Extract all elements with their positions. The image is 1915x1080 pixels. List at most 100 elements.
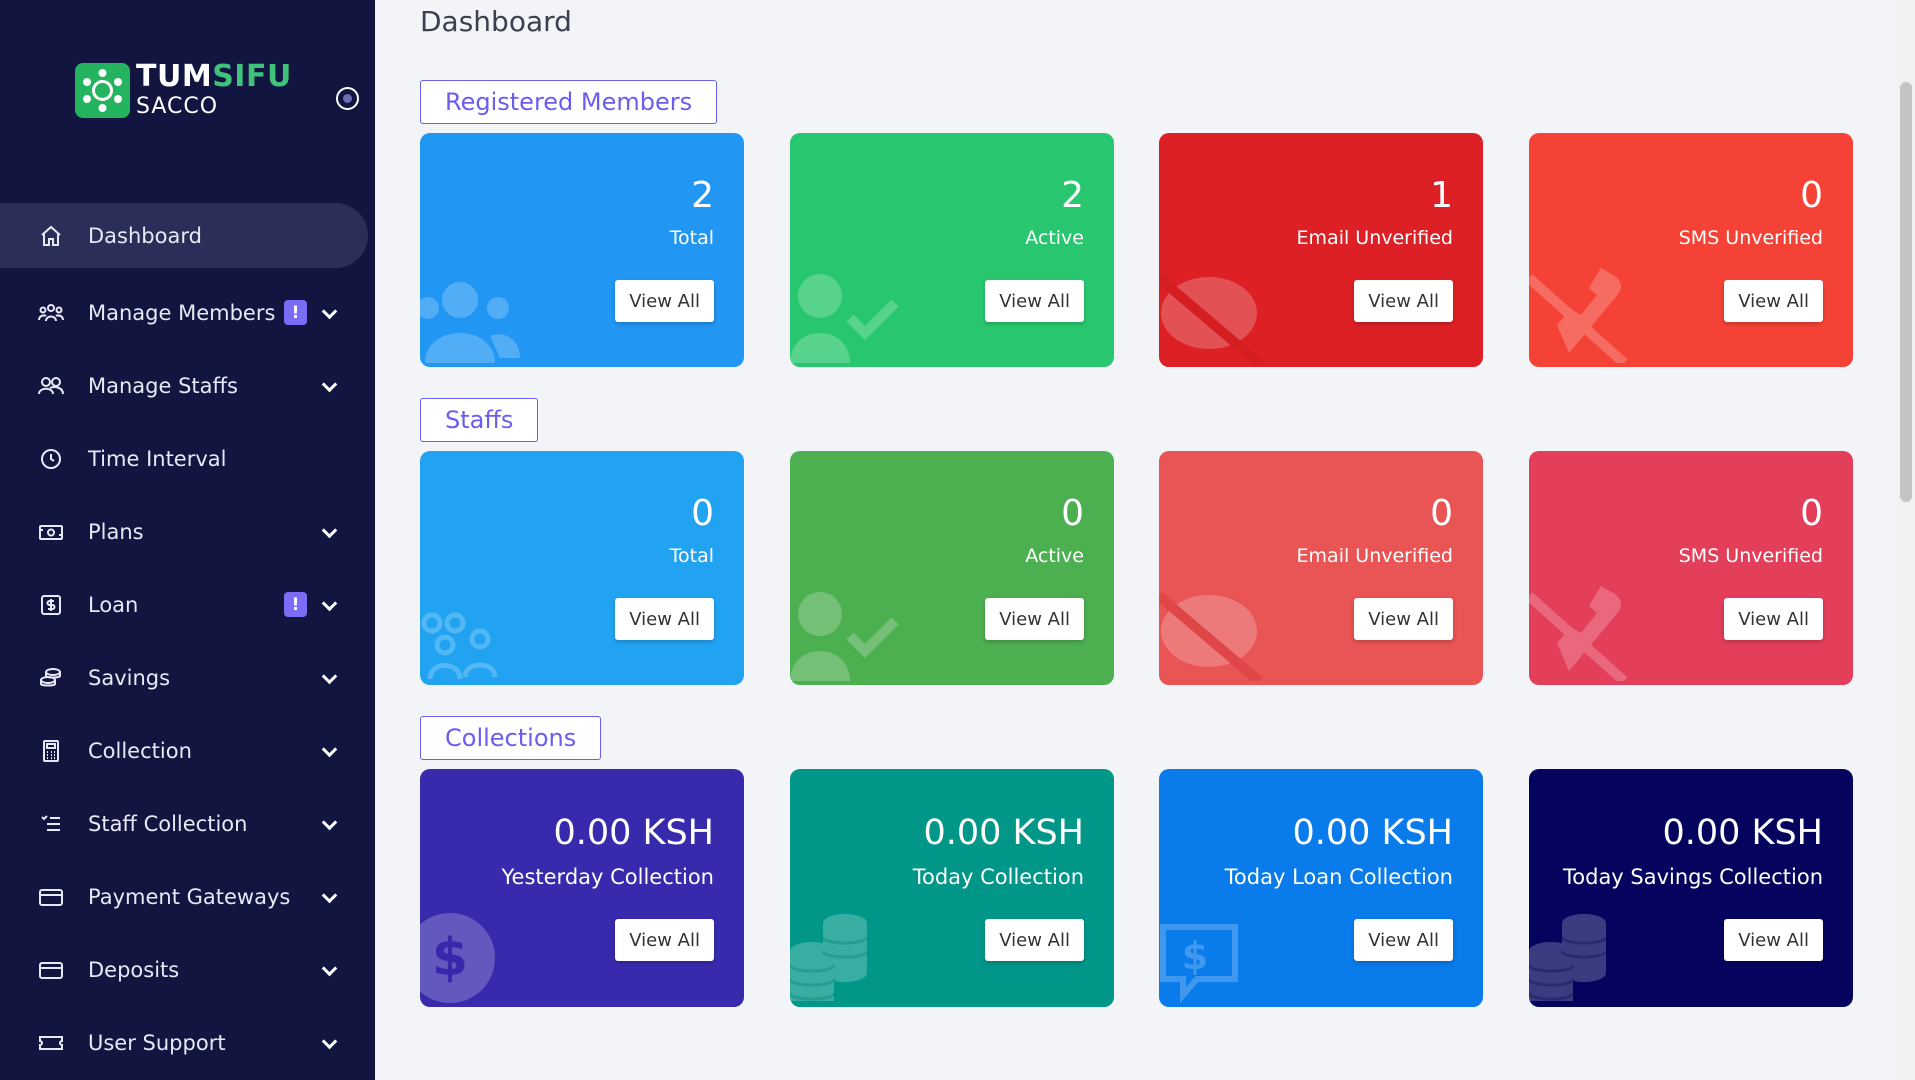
dollar-comment-icon: $: [1159, 923, 1239, 1007]
sidebar-item-collection[interactable]: Collection: [0, 714, 375, 787]
brand-name-part2: SIFU: [212, 59, 292, 94]
svg-text:$: $: [432, 928, 468, 988]
sidebar-item-manage-staffs[interactable]: Manage Staffs: [0, 349, 375, 422]
stat-card: 0 Total View All: [420, 451, 744, 685]
stat-label: Active: [1025, 227, 1084, 249]
view-all-button[interactable]: View All: [1354, 919, 1453, 961]
view-all-button[interactable]: View All: [615, 598, 714, 640]
stat-label: Email Unverified: [1296, 227, 1453, 249]
money-icon: [38, 519, 64, 545]
sidebar-item-label: Deposits: [88, 957, 180, 982]
sidebar-nav: Dashboard Manage Members! Manage Staffs Tim…: [0, 203, 375, 1079]
home-icon: [38, 223, 64, 249]
stat-value: 0: [1430, 493, 1453, 534]
stat-value: 0: [691, 493, 714, 534]
view-all-button[interactable]: View All: [985, 598, 1084, 640]
logo-icon: [75, 62, 130, 118]
card-icon: [38, 884, 64, 910]
sidebar-item-label: Manage Staffs: [88, 373, 238, 398]
main-content: Dashboard Registered Members 2 Total View A…: [375, 0, 1895, 1080]
sidebar-item-plans[interactable]: Plans: [0, 495, 375, 568]
stat-label: SMS Unverified: [1678, 227, 1823, 249]
stat-value: 0.00 KSH: [1292, 813, 1453, 853]
sidebar-toggle-button[interactable]: [336, 87, 359, 110]
dollar-icon: [38, 592, 64, 618]
alert-badge: !: [284, 592, 307, 617]
stat-label: SMS Unverified: [1678, 545, 1823, 567]
chevron-down-icon[interactable]: [322, 671, 336, 685]
stat-card: 1 Email Unverified View All: [1159, 133, 1483, 367]
view-all-button[interactable]: View All: [1724, 280, 1823, 322]
view-all-button[interactable]: View All: [1724, 598, 1823, 640]
stat-value: 0.00 KSH: [553, 813, 714, 853]
view-all-button[interactable]: View All: [615, 280, 714, 322]
stat-label: Total: [669, 545, 714, 567]
comment-slash-icon: [1159, 586, 1269, 685]
stat-label: Today Savings Collection: [1563, 865, 1823, 889]
user-check-icon: [790, 586, 900, 685]
sidebar-item-user-support[interactable]: User Support: [0, 1006, 375, 1079]
stat-card: 0 Email Unverified View All: [1159, 451, 1483, 685]
coins-icon: [38, 665, 64, 691]
chevron-down-icon[interactable]: [322, 890, 336, 904]
sidebar-item-dashboard[interactable]: Dashboard: [0, 203, 368, 268]
scrollbar-thumb[interactable]: [1900, 82, 1912, 502]
sidebar-item-savings[interactable]: Savings: [0, 641, 375, 714]
view-all-button[interactable]: View All: [1354, 598, 1453, 640]
users-icon: [420, 278, 520, 367]
sidebar: TUMSIFU SACCO Dashboard Manage Members! Ma…: [0, 0, 375, 1080]
page-title: Dashboard: [420, 5, 572, 38]
coins-icon: [790, 913, 880, 1007]
stat-value: 2: [691, 175, 714, 216]
stat-card: 0 Active View All: [790, 451, 1114, 685]
stat-label: Today Loan Collection: [1224, 865, 1453, 889]
stat-card: 0 SMS Unverified View All: [1529, 133, 1853, 367]
comment-slash-icon: [1159, 268, 1269, 367]
users-group-icon: [420, 611, 500, 685]
stat-card: 0.00 KSH Today Collection View All: [790, 769, 1114, 1007]
chevron-down-icon[interactable]: [322, 525, 336, 539]
view-all-button[interactable]: View All: [615, 919, 714, 961]
section-label-registered-members: Registered Members: [420, 80, 718, 124]
view-all-button[interactable]: View All: [1354, 280, 1453, 322]
chevron-down-icon[interactable]: [322, 963, 336, 977]
stat-value: 0.00 KSH: [923, 813, 1084, 853]
stat-label: Today Collection: [912, 865, 1084, 889]
sidebar-item-label: User Support: [88, 1030, 226, 1055]
stat-value: 1: [1430, 175, 1453, 216]
sidebar-item-manage-members[interactable]: Manage Members!: [0, 276, 375, 349]
chevron-down-icon[interactable]: [322, 379, 336, 393]
sidebar-item-label: Dashboard: [88, 223, 202, 248]
stat-value: 0.00 KSH: [1662, 813, 1823, 853]
svg-text:$: $: [1182, 934, 1208, 978]
sidebar-item-loan[interactable]: Loan!: [0, 568, 375, 641]
sidebar-item-deposits[interactable]: Deposits: [0, 933, 375, 1006]
view-all-button[interactable]: View All: [1724, 919, 1823, 961]
stat-value: 0: [1800, 175, 1823, 216]
sidebar-item-label: Staff Collection: [88, 811, 248, 836]
chevron-down-icon[interactable]: [322, 598, 336, 612]
sidebar-item-label: Collection: [88, 738, 192, 763]
ticket-icon: [38, 1030, 64, 1056]
sidebar-item-label: Plans: [88, 519, 144, 544]
sidebar-item-time-interval[interactable]: Time Interval: [0, 422, 375, 495]
view-all-button[interactable]: View All: [985, 919, 1084, 961]
chevron-down-icon[interactable]: [322, 744, 336, 758]
stat-card: 2 Total View All: [420, 133, 744, 367]
phone-slash-icon: [1529, 581, 1639, 685]
list-icon: [38, 811, 64, 837]
stat-label: Total: [669, 227, 714, 249]
sidebar-item-label: Savings: [88, 665, 171, 690]
logo[interactable]: TUMSIFU SACCO: [75, 62, 292, 118]
chevron-down-icon[interactable]: [322, 1036, 336, 1050]
dollar-circle-icon: $: [420, 913, 510, 1007]
view-all-button[interactable]: View All: [985, 280, 1084, 322]
stat-label: Active: [1025, 545, 1084, 567]
sidebar-item-payment-gateways[interactable]: Payment Gateways: [0, 860, 375, 933]
stat-value: 0: [1800, 493, 1823, 534]
stat-value: 0: [1061, 493, 1084, 534]
chevron-down-icon[interactable]: [322, 817, 336, 831]
sidebar-item-staff-collection[interactable]: Staff Collection: [0, 787, 375, 860]
chevron-down-icon[interactable]: [322, 306, 336, 320]
scrollbar[interactable]: [1897, 0, 1915, 1080]
